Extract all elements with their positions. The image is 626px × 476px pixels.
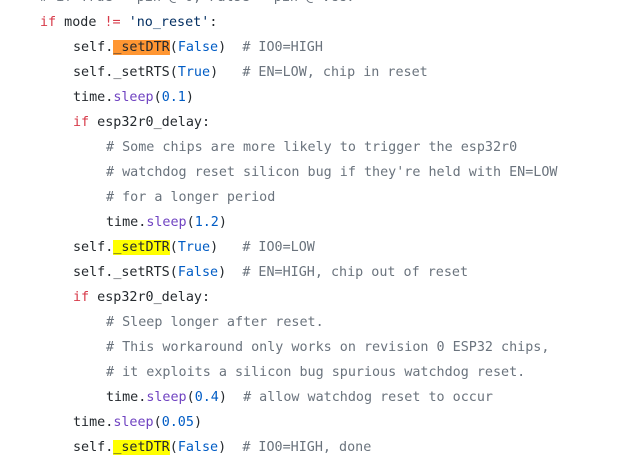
code-line: time.sleep(0.1) [73, 87, 194, 109]
code-token: != [104, 15, 121, 30]
code-token: _setRTS [113, 265, 170, 280]
code-token: # allow watchdog reset to occur [243, 390, 493, 405]
code-line: self._setDTR(False) # IO0=HIGH, done [73, 437, 371, 459]
code-token: self. [73, 65, 114, 80]
code-line: # Some chips are more likely to trigger … [106, 137, 517, 159]
code-token: ( [169, 65, 178, 80]
code-token: self. [73, 240, 114, 255]
code-token: sleep [113, 415, 154, 430]
code-view: # if True - pin @ 0, False = pin @ VCC. i… [0, 0, 626, 476]
code-token: time. [106, 215, 147, 230]
code-token: if [73, 290, 90, 305]
code-token: if [40, 15, 57, 30]
code-token: False [177, 40, 219, 55]
code-token: time. [106, 390, 147, 405]
code-token: # for a longer period [106, 190, 276, 205]
code-token: # it exploits a silicon bug spurious wat… [106, 365, 526, 380]
code-token: self. [73, 40, 114, 55]
code-token: _setRTS [113, 65, 170, 80]
code-token: ) [210, 65, 243, 80]
code-token: 'no_reset' [128, 15, 210, 30]
code-token: True [177, 240, 211, 255]
code-token: # EN=HIGH, chip out of reset [242, 265, 469, 280]
code-line: if esp32r0_delay: [73, 287, 210, 309]
code-token: _setDTR [113, 440, 170, 455]
code-line: # This workaround only works on revision… [106, 337, 549, 359]
code-token: ( [169, 40, 178, 55]
code-line: time.sleep(1.2) [106, 212, 227, 234]
code-line: # if True - pin @ 0, False = pin @ VCC. [40, 0, 354, 9]
code-token: 1.2 [194, 215, 219, 230]
code-line: self._setDTR(False) # IO0=HIGH [73, 37, 323, 59]
code-line: self._setRTS(True) # EN=LOW, chip in res… [73, 62, 428, 84]
code-token: # Some chips are more likely to trigger … [106, 140, 518, 155]
code-line: time.sleep(0.4) # allow watchdog reset t… [106, 387, 493, 409]
code-token: ) [218, 265, 243, 280]
code-token: self. [73, 265, 114, 280]
code-token: sleep [113, 90, 154, 105]
code-token: if [73, 115, 90, 130]
code-token: # watchdog reset silicon bug if they're … [106, 165, 558, 180]
code-line: self._setDTR(True) # IO0=LOW [73, 237, 315, 259]
code-token: ) [185, 90, 194, 105]
code-token: time. [73, 90, 114, 105]
code-token: ( [169, 265, 178, 280]
code-token: self. [73, 440, 114, 455]
code-token: ) [210, 240, 243, 255]
code-token: ( [186, 215, 195, 230]
code-token: sleep [146, 390, 187, 405]
code-token: esp32r0_delay: [89, 290, 211, 305]
code-token: ) [218, 440, 243, 455]
code-token: 0.1 [161, 90, 186, 105]
code-token: 0.05 [161, 415, 194, 430]
code-token: ( [169, 240, 178, 255]
code-token: 0.4 [194, 390, 219, 405]
code-token: False [177, 265, 219, 280]
code-token: _setDTR [113, 40, 170, 55]
code-token: sleep [146, 215, 187, 230]
code-token: ) [218, 390, 244, 405]
code-token: # This workaround only works on revision… [106, 340, 550, 355]
code-line: # it exploits a silicon bug spurious wat… [106, 362, 525, 384]
code-token: : [209, 15, 218, 30]
code-token: ) [218, 40, 243, 55]
code-token: _setDTR [113, 240, 170, 255]
code-token: # EN=LOW, chip in reset [242, 65, 428, 80]
code-line: # watchdog reset silicon bug if they're … [106, 162, 557, 184]
code-token: # Sleep longer after reset. [106, 315, 324, 330]
code-token: ( [153, 90, 162, 105]
code-token: ( [186, 390, 195, 405]
code-token: # IO0=HIGH, done [242, 440, 372, 455]
code-token: esp32r0_delay: [89, 115, 211, 130]
code-line: if mode != 'no_reset': [40, 12, 217, 34]
code-line: self._setRTS(False) # EN=HIGH, chip out … [73, 262, 468, 284]
code-line: # Sleep longer after reset. [106, 312, 324, 334]
code-token: ) [218, 215, 227, 230]
code-token: False [177, 440, 219, 455]
code-token: mode [56, 15, 105, 30]
code-token: ) [193, 415, 202, 430]
code-token: time. [73, 415, 114, 430]
code-token: # IO0=HIGH [242, 40, 323, 55]
code-line: if esp32r0_delay: [73, 112, 210, 134]
code-token: ( [153, 415, 162, 430]
code-token: # IO0=LOW [242, 240, 315, 255]
code-line: time.sleep(0.05) [73, 412, 202, 434]
code-line: # for a longer period [106, 187, 275, 209]
code-token: True [177, 65, 211, 80]
code-token: ( [169, 440, 178, 455]
code-token: # if True - pin @ 0, False = pin @ VCC. [40, 0, 354, 5]
